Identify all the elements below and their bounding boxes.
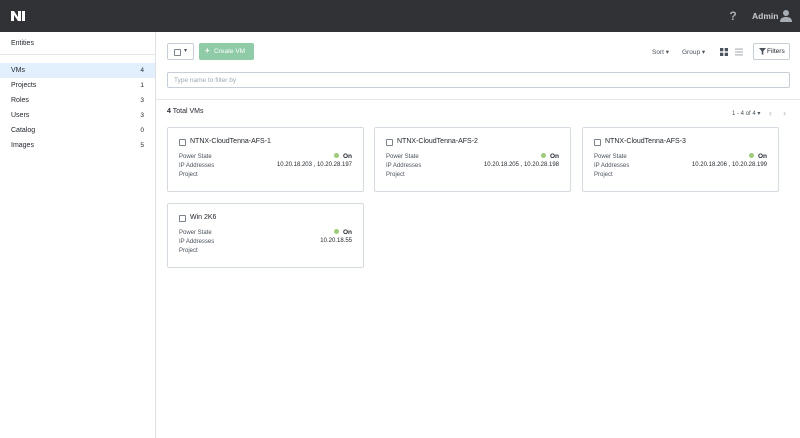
power-state-value: On xyxy=(333,228,352,236)
create-vm-label: Create VM xyxy=(214,48,246,55)
vm-name[interactable]: NTNX-CloudTenna-AFS-2 xyxy=(397,138,478,145)
pagination-dropdown[interactable]: 1 - 4 of 4 ▾ xyxy=(732,110,760,117)
sidebar-item-count: 3 xyxy=(140,97,144,104)
power-state-text: On xyxy=(549,153,559,160)
sidebar-item-label: Catalog xyxy=(11,127,36,134)
sidebar-item-roles[interactable]: Roles 3 xyxy=(0,93,155,108)
sort-label: Sort xyxy=(652,49,664,56)
filters-button[interactable]: Filters xyxy=(753,43,790,60)
sidebar-item-label: Users xyxy=(11,112,30,119)
ip-addresses-label: IP Addresses xyxy=(594,163,630,169)
top-nav-bar: ? Admin xyxy=(0,0,800,32)
vm-checkbox[interactable] xyxy=(179,215,186,222)
chevron-down-icon: ▾ xyxy=(701,49,706,56)
sidebar-item-count: 1 xyxy=(140,82,144,89)
project-label: Project xyxy=(179,248,198,254)
power-on-dot-icon xyxy=(333,228,339,234)
list-view-icon[interactable] xyxy=(735,48,743,56)
chevron-down-icon: ▾ xyxy=(665,49,669,56)
vm-checkbox[interactable] xyxy=(386,139,393,146)
total-count-number: 4 xyxy=(167,108,171,115)
sidebar-item-users[interactable]: Users 3 xyxy=(0,108,155,123)
total-vms-count: 4 Total VMs xyxy=(167,108,203,115)
power-on-dot-icon xyxy=(333,152,339,158)
ip-addresses-label: IP Addresses xyxy=(179,239,215,245)
ip-addresses-label: IP Addresses xyxy=(179,163,215,169)
project-label: Project xyxy=(594,172,613,178)
ip-addresses-value: 10.20.18.203 , 10.20.28.197 xyxy=(276,162,352,168)
sidebar-item-count: 5 xyxy=(140,142,144,149)
entities-sidebar: Entities VMs 4 Projects 1 Roles 3 Users … xyxy=(0,32,156,438)
project-label: Project xyxy=(386,172,405,178)
sidebar-header: Entities xyxy=(0,32,155,55)
filters-label: Filters xyxy=(767,48,785,55)
sidebar-item-label: Images xyxy=(11,142,34,149)
create-vm-button[interactable]: + Create VM xyxy=(199,43,254,60)
vm-name[interactable]: NTNX-CloudTenna-AFS-3 xyxy=(605,138,686,145)
sidebar-item-label: Projects xyxy=(11,82,37,89)
help-icon[interactable]: ? xyxy=(727,9,739,23)
power-state-label: Power State xyxy=(179,230,212,236)
vm-card[interactable]: NTNX-CloudTenna-AFS-2 Power State On IP … xyxy=(374,127,571,192)
power-state-value: On xyxy=(540,152,559,160)
sidebar-item-count: 3 xyxy=(140,112,144,119)
toolbar-divider xyxy=(156,99,800,100)
user-avatar-icon[interactable] xyxy=(779,9,793,23)
grid-view-icon[interactable] xyxy=(720,48,728,56)
plus-icon: + xyxy=(205,46,210,55)
vm-card[interactable]: NTNX-CloudTenna-AFS-3 Power State On IP … xyxy=(582,127,779,192)
power-state-value: On xyxy=(748,152,767,160)
ip-addresses-value: 10.20.18.55 xyxy=(320,238,352,244)
power-state-text: On xyxy=(342,229,352,236)
chevron-down-icon: ▾ xyxy=(757,111,761,117)
sidebar-item-vms[interactable]: VMs 4 xyxy=(0,63,155,78)
chevron-left-icon[interactable]: ‹ xyxy=(769,108,772,118)
chevron-down-icon: ▾ xyxy=(184,48,188,54)
power-state-value: On xyxy=(333,152,352,160)
sidebar-item-images[interactable]: Images 5 xyxy=(0,138,155,153)
select-all-checkbox[interactable] xyxy=(174,49,181,56)
power-state-label: Power State xyxy=(179,154,212,160)
chevron-right-icon[interactable]: › xyxy=(783,108,786,118)
nutanix-logo[interactable] xyxy=(11,11,25,21)
user-menu-label[interactable]: Admin xyxy=(752,11,778,21)
group-dropdown[interactable]: Group ▾ xyxy=(682,48,705,56)
filter-icon xyxy=(759,48,766,55)
sidebar-item-projects[interactable]: Projects 1 xyxy=(0,78,155,93)
ip-addresses-value: 10.20.18.206 , 10.20.28.199 xyxy=(691,162,767,168)
vm-card[interactable]: Win 2K6 Power State On IP Addresses 10.2… xyxy=(167,203,364,268)
vm-checkbox[interactable] xyxy=(179,139,186,146)
sidebar-item-label: Roles xyxy=(11,97,29,104)
power-state-text: On xyxy=(342,153,352,160)
sidebar-item-count: 4 xyxy=(140,67,144,74)
vm-name[interactable]: NTNX-CloudTenna-AFS-1 xyxy=(190,138,271,145)
vm-checkbox[interactable] xyxy=(594,139,601,146)
vm-name[interactable]: Win 2K6 xyxy=(190,214,216,221)
vm-card[interactable]: NTNX-CloudTenna-AFS-1 Power State On IP … xyxy=(167,127,364,192)
power-state-label: Power State xyxy=(386,154,419,160)
bulk-select-dropdown[interactable]: ▾ xyxy=(167,43,194,60)
sidebar-item-label: VMs xyxy=(11,67,25,74)
power-on-dot-icon xyxy=(540,152,546,158)
power-on-dot-icon xyxy=(748,152,754,158)
sidebar-item-count: 0 xyxy=(140,127,144,134)
sidebar-item-catalog[interactable]: Catalog 0 xyxy=(0,123,155,138)
pagination-label: 1 - 4 of 4 xyxy=(732,111,756,117)
ip-addresses-value: 10.20.18.205 , 10.20.28.198 xyxy=(483,162,559,168)
project-label: Project xyxy=(179,172,198,178)
ip-addresses-label: IP Addresses xyxy=(386,163,422,169)
power-state-text: On xyxy=(757,153,767,160)
sidebar-title: Entities xyxy=(11,40,34,47)
total-count-suffix: Total VMs xyxy=(172,108,204,115)
power-state-label: Power State xyxy=(594,154,627,160)
group-label: Group xyxy=(682,49,701,56)
filter-name-input[interactable] xyxy=(167,72,790,88)
sort-dropdown[interactable]: Sort ▾ xyxy=(652,48,669,56)
